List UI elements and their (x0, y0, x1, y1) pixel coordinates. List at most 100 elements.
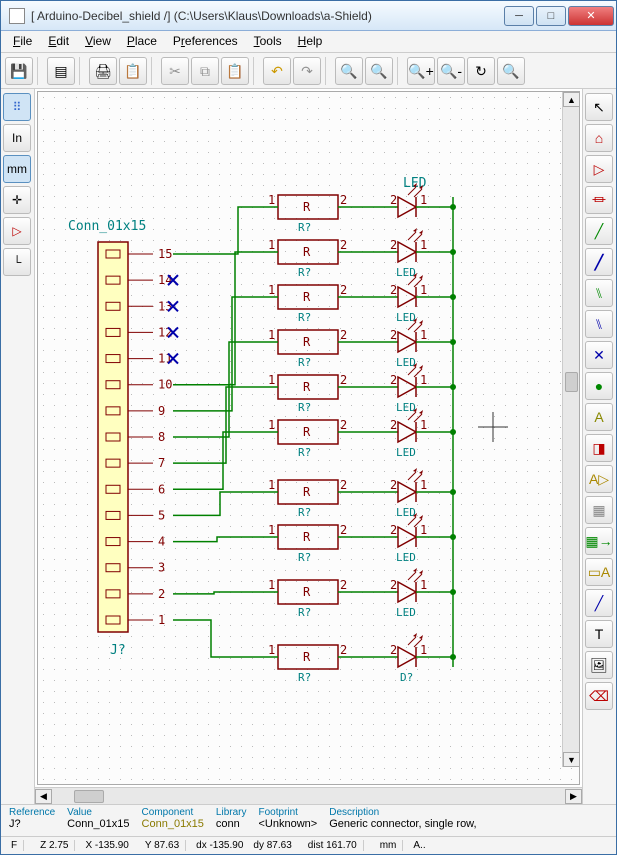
plot-icon: 📋 (124, 64, 141, 78)
scroll-up-arrow[interactable]: ▲ (563, 92, 580, 107)
zoom-redraw-button[interactable]: ↻ (467, 57, 495, 85)
save-icon: 💾 (10, 64, 27, 78)
place-bus-entry-tool[interactable]: ⑊ (585, 310, 613, 338)
vertical-scrollbar[interactable]: ▲ ▼ (562, 92, 579, 767)
place-wire-entry-tool[interactable]: ⑊ (585, 279, 613, 307)
titlebar: [ Arduino-Decibel_shield /] (C:\Users\Kl… (1, 1, 616, 31)
place-bus-tool[interactable]: ╱ (585, 248, 613, 276)
svg-text:R: R (303, 485, 311, 499)
svg-text:R: R (303, 380, 311, 394)
delete-tool[interactable]: ⌫ (585, 682, 613, 710)
scroll-right-arrow[interactable]: ▶ (565, 789, 582, 804)
status-dy: dy 87.63 (253, 840, 291, 851)
undo-button[interactable]: ↶ (263, 57, 291, 85)
place-line-tool[interactable]: ╱ (585, 589, 613, 617)
place-netlabel-tool[interactable]: A (585, 403, 613, 431)
svg-text:4: 4 (158, 535, 165, 549)
svg-text:R?: R? (298, 506, 311, 519)
svg-text:2: 2 (158, 587, 165, 601)
right-toolbar: ↖ ⌂ ▷ ⏛ ╱ ╱ ⑊ ⑊ ✕ ● A ◨ A▷ ▦ ▦→ ▭A ╱ T 🖼… (582, 89, 616, 804)
save-button[interactable]: 💾 (5, 57, 33, 85)
app-icon (9, 8, 25, 24)
place-junction-tool[interactable]: ● (585, 372, 613, 400)
svg-text:2: 2 (390, 328, 397, 342)
redo-button[interactable]: ↷ (293, 57, 321, 85)
svg-text:12: 12 (158, 325, 172, 339)
svg-text:J?: J? (110, 643, 126, 658)
import-sheet-pin-tool[interactable]: ▦→ (585, 527, 613, 555)
place-hier-label-tool[interactable]: A▷ (585, 465, 613, 493)
svg-text:2: 2 (340, 238, 347, 252)
scroll-down-arrow[interactable]: ▼ (563, 752, 580, 767)
svg-text:Conn_01x15: Conn_01x15 (68, 219, 146, 234)
print-button[interactable]: 🖨 (89, 57, 117, 85)
svg-text:8: 8 (158, 430, 165, 444)
highlight-net-tool[interactable]: ⌂ (585, 124, 613, 152)
menu-tools[interactable]: Tools (248, 31, 288, 52)
svg-text:1: 1 (268, 478, 275, 492)
hidden-pins-button[interactable]: ▷ (3, 217, 31, 245)
svg-text:14: 14 (158, 273, 172, 287)
svg-text:2: 2 (340, 283, 347, 297)
paste-button[interactable]: 📋 (221, 57, 249, 85)
val-value: Conn_01x15 (67, 818, 129, 830)
menu-file[interactable]: File (7, 31, 38, 52)
zoom-out-button[interactable]: 🔍- (437, 57, 465, 85)
menu-place[interactable]: Place (121, 31, 163, 52)
place-noconnect-tool[interactable]: ✕ (585, 341, 613, 369)
bus-direction-button[interactable]: └ (3, 248, 31, 276)
status-f: F (5, 840, 24, 851)
find-replace-button[interactable]: 🔍 (365, 57, 393, 85)
opamp-icon: ▷ (594, 162, 605, 176)
scroll-left-arrow[interactable]: ◀ (35, 789, 52, 804)
maximize-button[interactable]: □ (536, 6, 566, 26)
grid-toggle[interactable]: ⠿ (3, 93, 31, 121)
svg-text:1: 1 (420, 283, 427, 297)
horizontal-scrollbar[interactable]: ◀ ▶ (35, 787, 582, 804)
select-tool[interactable]: ↖ (585, 93, 613, 121)
plot-button[interactable]: 📋 (119, 57, 147, 85)
svg-text:2: 2 (340, 478, 347, 492)
comp-label: Component (142, 807, 204, 818)
zoom-fit-button[interactable]: 🔍 (497, 57, 525, 85)
minimize-button[interactable]: ─ (504, 6, 534, 26)
page-settings-button[interactable]: ▤ (47, 57, 75, 85)
menu-help[interactable]: Help (292, 31, 329, 52)
svg-text:1: 1 (420, 478, 427, 492)
svg-text:R: R (303, 650, 311, 664)
units-in-button[interactable]: In (3, 124, 31, 152)
cursor-shape-button[interactable]: ✛ (3, 186, 31, 214)
hscroll-thumb[interactable] (74, 790, 104, 803)
units-mm-button[interactable]: mm (3, 155, 31, 183)
comp-value: Conn_01x15 (142, 818, 204, 830)
ref-label: Reference (9, 807, 55, 818)
cut-button[interactable]: ✂ (161, 57, 189, 85)
close-button[interactable]: ✕ (568, 6, 614, 26)
image-icon: 🖼 (590, 658, 608, 672)
menu-view[interactable]: View (79, 31, 117, 52)
place-global-label-tool[interactable]: ◨ (585, 434, 613, 462)
schematic-canvas[interactable]: Conn_01x15J?151413121110987654321LEDRR?1… (37, 91, 580, 785)
svg-text:R: R (303, 530, 311, 544)
place-sheet-pin-tool[interactable]: ▭A (585, 558, 613, 586)
svg-text:1: 1 (268, 193, 275, 207)
zoom-fit-icon: 🔍 (502, 64, 519, 78)
place-sheet-tool[interactable]: ▦ (585, 496, 613, 524)
copy-button[interactable]: ⧉ (191, 57, 219, 85)
svg-text:2: 2 (390, 478, 397, 492)
vscroll-thumb[interactable] (565, 372, 578, 392)
find-button[interactable]: 🔍 (335, 57, 363, 85)
menu-edit[interactable]: Edit (42, 31, 75, 52)
place-symbol-tool[interactable]: ▷ (585, 155, 613, 183)
place-power-tool[interactable]: ⏛ (585, 186, 613, 214)
menu-preferences[interactable]: Preferences (167, 31, 244, 52)
zoom-in-button[interactable]: 🔍+ (407, 57, 435, 85)
status-x: X -135.90 (85, 840, 128, 851)
place-text-tool[interactable]: T (585, 620, 613, 648)
place-image-tool[interactable]: 🖼 (585, 651, 613, 679)
svg-text:7: 7 (158, 456, 165, 470)
place-wire-tool[interactable]: ╱ (585, 217, 613, 245)
svg-text:3: 3 (158, 561, 165, 575)
svg-text:1: 1 (420, 193, 427, 207)
svg-text:2: 2 (340, 373, 347, 387)
